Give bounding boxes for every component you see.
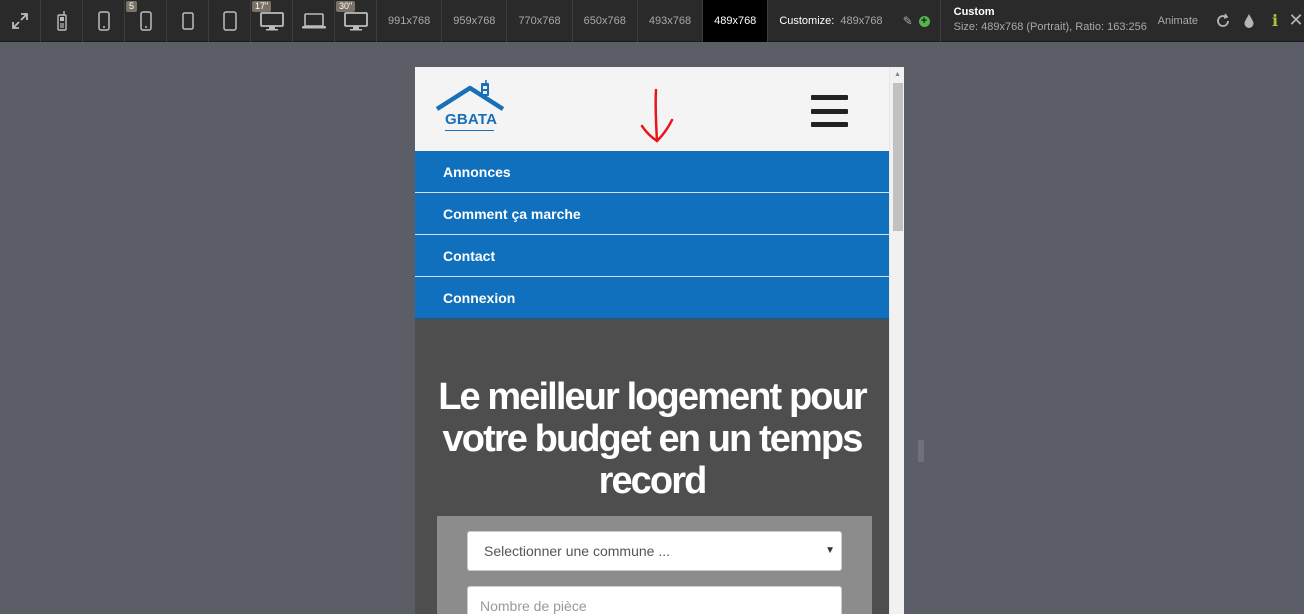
logo-text: GBATA (445, 111, 498, 128)
scrollbar-thumb[interactable] (893, 83, 903, 231)
device-info-title: Custom (953, 6, 995, 18)
menu-item-comment-ca-marche[interactable]: Comment ça marche (415, 193, 889, 235)
tablet-icon[interactable] (209, 0, 251, 42)
resolution-489x768[interactable]: 489x768 (703, 0, 769, 42)
add-icon[interactable]: + (918, 15, 930, 27)
search-panel: Selectionner une commune ... ▼ (437, 516, 872, 614)
resolution-770x768[interactable]: 770x768 (507, 0, 573, 42)
phone-5-icon[interactable]: 5 (125, 0, 167, 42)
site-header: GBATA (415, 67, 889, 151)
commune-select[interactable]: Selectionner une commune ... ▼ (467, 531, 842, 571)
device-preview: GBATA Annonces Comment ça marche Contact… (415, 67, 904, 614)
customize-value: 489x768 (840, 15, 883, 27)
rotate-icon[interactable] (1210, 0, 1236, 42)
hero-title: Le meilleur logement pour votre budget e… (438, 376, 867, 502)
small-tablet-icon[interactable] (167, 0, 209, 42)
customize-label: Customize: (779, 15, 835, 27)
close-icon[interactable]: ✕ (1288, 0, 1304, 42)
device-info: Custom Size: 489x768 (Portrait), Ratio: … (941, 0, 1157, 41)
resolution-959x768[interactable]: 959x768 (442, 0, 508, 42)
scroll-up-icon[interactable]: ▲ (894, 71, 901, 78)
resolution-650x768[interactable]: 650x768 (573, 0, 638, 42)
chevron-down-icon: ▼ (825, 545, 835, 556)
customize-size[interactable]: Customize: 489x768 ✎ + (768, 0, 941, 42)
badge-17: 17" (252, 1, 272, 12)
site-logo[interactable]: GBATA (435, 80, 507, 134)
menu-item-contact[interactable]: Contact (415, 235, 889, 277)
device-info-detail: Size: 489x768 (Portrait), Ratio: 163:256 (953, 21, 1147, 33)
drop-icon[interactable] (1236, 0, 1262, 42)
red-arrow-annotation (640, 88, 674, 143)
toolbar-right: Animate i ✕ (1158, 0, 1304, 41)
pencil-icon[interactable]: ✎ (903, 14, 913, 28)
resize-handle[interactable] (918, 440, 924, 462)
resolution-493x768[interactable]: 493x768 (638, 0, 704, 42)
hamburger-menu-icon[interactable] (811, 95, 848, 127)
monitor-30-icon[interactable]: 30" (335, 0, 377, 42)
menu-item-connexion[interactable]: Connexion (415, 277, 889, 319)
badge-30: 30" (336, 1, 356, 12)
scrollbar[interactable]: ▲ (889, 67, 904, 614)
animate-toggle[interactable]: Animate (1158, 15, 1198, 27)
resolution-991x768[interactable]: 991x768 (377, 0, 443, 42)
hero-section: Le meilleur logement pour votre budget e… (415, 319, 889, 614)
info-icon[interactable]: i (1262, 0, 1288, 42)
site-page: GBATA Annonces Comment ça marche Contact… (415, 67, 889, 614)
commune-select-value: Selectionner une commune ... (484, 543, 670, 559)
main-menu: Annonces Comment ça marche Contact Conne… (415, 151, 889, 319)
phone-icon[interactable] (83, 0, 125, 42)
fullscreen-icon[interactable] (0, 0, 41, 42)
feature-phone-icon[interactable] (41, 0, 83, 42)
monitor-17-icon[interactable]: 17" (251, 0, 293, 42)
laptop-icon[interactable] (293, 0, 335, 42)
menu-item-annonces[interactable]: Annonces (415, 151, 889, 193)
logo-underline (445, 130, 494, 131)
responsive-toolbar: 5 17" 30" 991x768 959x768 770x768 650x76… (0, 0, 1304, 42)
badge-5: 5 (126, 1, 138, 12)
rooms-input[interactable] (467, 586, 842, 614)
